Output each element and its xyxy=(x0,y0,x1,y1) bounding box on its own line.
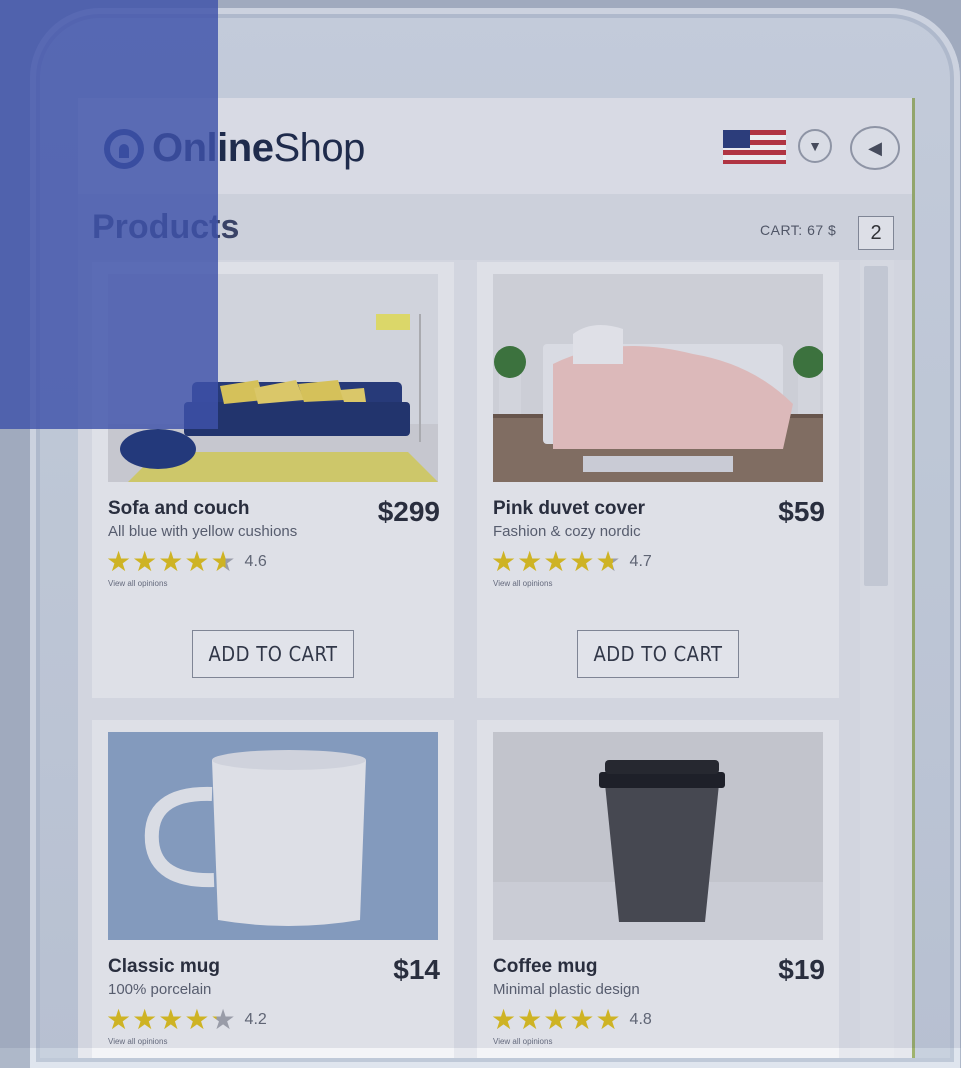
star-icon: ★ xyxy=(569,1004,595,1035)
star-icon: ★ xyxy=(158,546,184,577)
scrollbar-thumb[interactable] xyxy=(864,266,888,586)
star-icon: ★ xyxy=(491,1004,517,1035)
back-arrow-icon: ◀ xyxy=(868,137,882,158)
product-price: $299 xyxy=(377,496,440,527)
product-card: Pink duvet cover $59 Fashion & cozy nord… xyxy=(477,262,839,698)
product-description: Fashion & cozy nordic xyxy=(493,523,641,540)
half-star-icon: ★ xyxy=(595,546,621,577)
half-star-icon: ★ xyxy=(210,1004,236,1035)
star-icon: ★ xyxy=(517,546,543,577)
logo-text: OnlineShop xyxy=(152,126,365,171)
product-name[interactable]: Coffee mug xyxy=(493,956,598,978)
product-card: Classic mug $14 100% porcelain ★ ★ ★ ★ ★ 4.2… xyxy=(92,720,454,1058)
view-opinions-link[interactable]: View all opinions xyxy=(493,1037,552,1046)
half-star-icon: ★ xyxy=(210,546,236,577)
bed-image[interactable] xyxy=(493,274,823,482)
logo-text-bold-1: On xyxy=(152,126,207,170)
product-name[interactable]: Pink duvet cover xyxy=(493,498,645,520)
product-card: Coffee mug $19 Minimal plastic design ★ ★… xyxy=(477,720,839,1058)
star-icon: ★ xyxy=(106,1004,132,1035)
cart-total[interactable]: CART: 67 $ xyxy=(760,222,836,238)
logo-text-bold-2: line xyxy=(206,126,274,170)
product-description: All blue with yellow cushions xyxy=(108,523,298,540)
product-name[interactable]: Sofa and couch xyxy=(108,498,249,520)
star-icon: ★ xyxy=(543,546,569,577)
star-rating: ★ ★ ★ ★ ★ 4.7 xyxy=(491,548,652,576)
product-card: Sofa and couch $299 All blue with yellow… xyxy=(92,262,454,698)
us-flag-icon[interactable] xyxy=(723,130,786,164)
star-icon: ★ xyxy=(595,1004,621,1035)
logo[interactable]: OnlineShop xyxy=(104,126,365,171)
rating-value: 4.6 xyxy=(244,553,267,570)
add-to-cart-button[interactable]: ADD TO CART xyxy=(577,630,739,678)
rating-value: 4.2 xyxy=(244,1011,267,1028)
flag-canton xyxy=(723,130,750,148)
star-icon: ★ xyxy=(158,1004,184,1035)
star-icon: ★ xyxy=(569,546,595,577)
view-opinions-link[interactable]: View all opinions xyxy=(108,579,167,588)
star-rating: ★ ★ ★ ★ ★ 4.6 xyxy=(106,548,267,576)
add-to-cart-button[interactable]: ADD TO CART xyxy=(192,630,354,678)
product-description: Minimal plastic design xyxy=(493,981,640,998)
product-name[interactable]: Classic mug xyxy=(108,956,220,978)
logo-text-light: Shop xyxy=(273,126,365,170)
app-screen: OnlineShop ▼ ◀ Products CART: 67 $ 2 Sof… xyxy=(78,98,915,1058)
star-icon: ★ xyxy=(184,546,210,577)
coffee-cup-image[interactable] xyxy=(493,732,823,940)
rating-value: 4.7 xyxy=(629,553,652,570)
star-icon: ★ xyxy=(132,1004,158,1035)
page-title: Products xyxy=(92,208,240,246)
star-icon: ★ xyxy=(184,1004,210,1035)
products-bar: Products CART: 67 $ xyxy=(78,194,912,260)
product-price: $59 xyxy=(778,496,825,527)
app-header: OnlineShop ▼ ◀ xyxy=(78,98,912,194)
product-price: $19 xyxy=(778,954,825,985)
rating-value: 4.8 xyxy=(629,1011,652,1028)
logo-icon xyxy=(104,128,144,169)
cart-count-badge[interactable]: 2 xyxy=(858,216,894,250)
sofa-image[interactable] xyxy=(108,274,438,482)
chevron-down-icon: ▼ xyxy=(808,138,822,154)
star-icon: ★ xyxy=(543,1004,569,1035)
star-icon: ★ xyxy=(106,546,132,577)
star-icon: ★ xyxy=(517,1004,543,1035)
star-icon: ★ xyxy=(132,546,158,577)
mug-image[interactable] xyxy=(108,732,438,940)
star-icon: ★ xyxy=(491,546,517,577)
language-dropdown-button[interactable]: ▼ xyxy=(798,129,832,163)
star-rating: ★ ★ ★ ★ ★ 4.2 xyxy=(106,1006,267,1034)
back-button[interactable]: ◀ xyxy=(850,126,900,170)
view-opinions-link[interactable]: View all opinions xyxy=(493,579,552,588)
view-opinions-link[interactable]: View all opinions xyxy=(108,1037,167,1046)
star-rating: ★ ★ ★ ★ ★ 4.8 xyxy=(491,1006,652,1034)
product-description: 100% porcelain xyxy=(108,981,212,998)
product-price: $14 xyxy=(393,954,440,985)
